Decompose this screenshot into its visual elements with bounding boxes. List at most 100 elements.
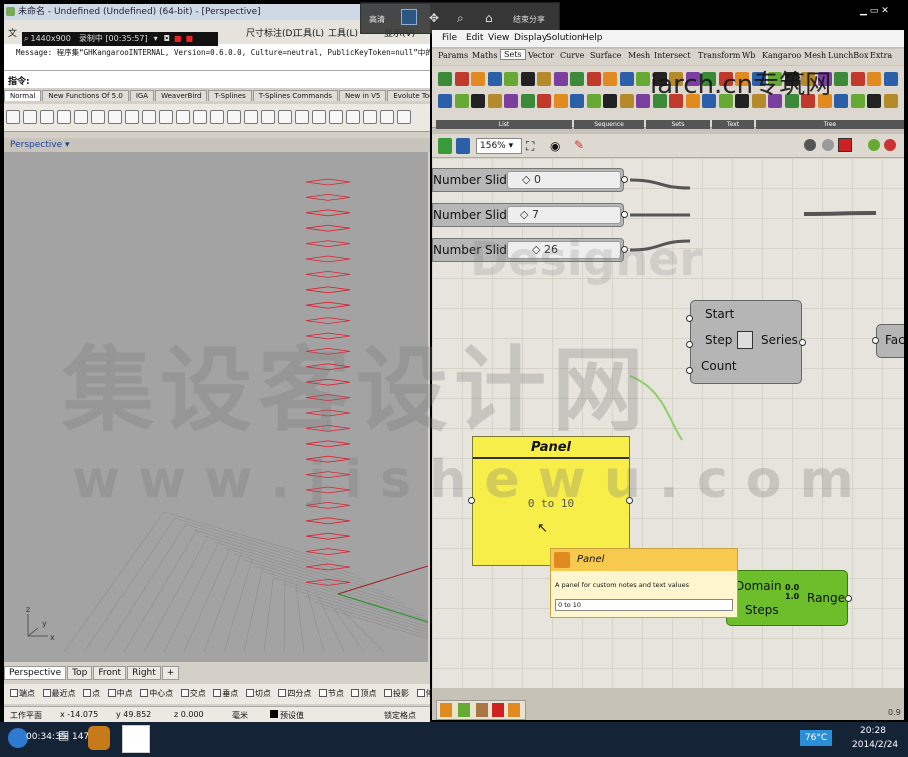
ribbon-component-icon[interactable] <box>636 94 650 108</box>
ribbon-component-icon[interactable] <box>850 72 865 86</box>
taskbar-rhino-icon[interactable] <box>122 725 150 753</box>
gh-menu-solution[interactable]: Solution <box>546 33 583 43</box>
osnap-intersection[interactable]: 交点 <box>180 689 206 698</box>
home-icon[interactable]: ⌂ <box>485 11 493 25</box>
material-icon[interactable] <box>346 110 360 124</box>
preview-eye-icon[interactable]: ◉ <box>550 139 560 153</box>
print-icon[interactable] <box>57 110 71 124</box>
viewport-header[interactable]: Perspective ▾ <box>4 138 430 152</box>
osnap-point[interactable]: 点 <box>83 689 100 698</box>
ribbon-component-icon[interactable] <box>735 72 749 86</box>
grid-icon[interactable] <box>244 110 258 124</box>
undo-icon[interactable] <box>125 110 139 124</box>
paste-icon[interactable] <box>108 110 122 124</box>
number-slider-3[interactable]: Number Slider ◇ 26 <box>432 238 628 262</box>
gh-tab-wb[interactable]: Wb <box>742 51 755 60</box>
view-tab-top[interactable]: Top <box>67 666 93 680</box>
ribbon-component-icon[interactable] <box>438 72 452 86</box>
display-color-icon[interactable] <box>884 139 896 151</box>
light-icon[interactable] <box>329 110 343 124</box>
gh-save-icon[interactable] <box>456 138 470 154</box>
menu-item-tools-a[interactable]: 工具(L) <box>294 26 324 39</box>
ribbon-component-icon[interactable] <box>735 94 749 108</box>
gh-tab-mesh[interactable]: Mesh <box>628 51 650 60</box>
series-component[interactable]: Start Step Count Series <box>686 300 806 384</box>
ribbon-component-icon[interactable] <box>768 72 782 86</box>
osnap-quad[interactable]: 四分点 <box>278 689 311 698</box>
ribbon-component-icon[interactable] <box>537 94 551 108</box>
ribbon-component-icon[interactable] <box>553 94 568 108</box>
range-component[interactable]: Domain Steps 0.0 1.0 Range <box>726 570 852 626</box>
ribbon-component-icon[interactable] <box>801 72 815 86</box>
number-slider-2[interactable]: Number Slider ◇ 7 <box>432 203 628 227</box>
ribbon-component-icon[interactable] <box>817 94 832 108</box>
view-tab-right[interactable]: Right <box>127 666 161 680</box>
osnap-disable[interactable]: 停 <box>416 689 430 698</box>
gh-menu-edit[interactable]: Edit <box>466 33 483 43</box>
menu-item-tools[interactable]: 工具(L) <box>328 26 358 39</box>
ribbon-component-icon[interactable] <box>652 94 667 108</box>
ribbon-component-icon[interactable] <box>834 94 848 108</box>
ribbon-component-icon[interactable] <box>883 72 898 86</box>
ribbon-component-icon[interactable] <box>718 72 733 86</box>
zoom-extents-icon[interactable]: ⛶ <box>526 139 534 154</box>
gh-tab-intersect[interactable]: Intersect <box>654 51 691 60</box>
gh-tab-curve[interactable]: Curve <box>560 51 584 60</box>
recorder-camera-icon[interactable]: ◘ <box>164 34 170 43</box>
display-mode-icon[interactable] <box>868 139 880 151</box>
ribbon-component-icon[interactable] <box>619 94 634 108</box>
tab-new-in-v5[interactable]: New in V5 <box>339 90 387 101</box>
ribbon-component-icon[interactable] <box>801 94 815 108</box>
range-output-port[interactable] <box>845 595 852 602</box>
flame-mini-icon[interactable] <box>508 703 520 717</box>
preview-shaded-icon[interactable] <box>822 139 834 151</box>
command-line[interactable]: 指令: <box>4 70 430 88</box>
ribbon-component-icon[interactable] <box>619 72 634 86</box>
osnap-end[interactable]: 端点 <box>10 689 35 698</box>
render-icon[interactable] <box>295 110 309 124</box>
panel-component[interactable]: Panel 0 to 10 ↖ <box>468 436 633 566</box>
ribbon-component-icon[interactable] <box>652 72 667 86</box>
ribbon-component-icon[interactable] <box>553 72 568 86</box>
osnap-near[interactable]: 最近点 <box>42 689 76 698</box>
gh-tab-lunchbox[interactable]: LunchBox <box>828 51 868 60</box>
status-layer-swatch[interactable] <box>270 710 280 719</box>
ribbon-component-icon[interactable] <box>586 94 601 108</box>
cursor-icon[interactable] <box>363 110 377 124</box>
zoom-select[interactable]: 156% ▾ <box>476 138 522 154</box>
gh-menu-help[interactable]: Help <box>582 33 603 43</box>
pan-icon[interactable] <box>142 110 156 124</box>
ribbon-component-icon[interactable] <box>438 94 452 108</box>
cut-icon[interactable] <box>91 110 105 124</box>
group-sets[interactable]: Sets <box>646 120 710 129</box>
series-output-port[interactable] <box>799 339 806 346</box>
hd-button[interactable]: 高清 <box>369 14 385 25</box>
slider-3-track[interactable]: ◇ 26 <box>507 241 621 259</box>
panel-mini-icon[interactable] <box>440 703 452 717</box>
ribbon-component-icon[interactable] <box>603 94 617 108</box>
slider-1-track[interactable]: ◇ 0 <box>507 171 621 189</box>
ribbon-component-icon[interactable] <box>454 94 469 108</box>
palette-icon[interactable] <box>380 110 394 124</box>
ribbon-component-icon[interactable] <box>487 72 502 86</box>
gh-tab-transform[interactable]: Transform <box>698 51 740 60</box>
leaf-mini-icon[interactable] <box>458 703 470 717</box>
ribbon-component-icon[interactable] <box>850 94 865 108</box>
tab-tsplines-commands[interactable]: T-Splines Commands <box>252 90 338 101</box>
slider-3-output-port[interactable] <box>621 246 628 253</box>
osnap-project[interactable]: 投影 <box>384 689 409 698</box>
slider-2-output-port[interactable] <box>621 211 628 218</box>
tab-evolute[interactable]: Evolute Tools <box>387 90 430 101</box>
ribbon-component-icon[interactable] <box>487 94 502 108</box>
zoom-icon[interactable] <box>176 110 190 124</box>
ribbon-component-icon[interactable] <box>784 94 799 108</box>
ribbon-component-icon[interactable] <box>669 72 683 86</box>
gh-tab-mesh-2[interactable]: Mesh <box>804 51 826 60</box>
taskbar-owl-icon[interactable] <box>88 726 110 750</box>
ribbon-component-icon[interactable] <box>751 94 766 108</box>
zoom-extents-icon[interactable] <box>210 110 224 124</box>
ribbon-component-icon[interactable] <box>685 72 700 86</box>
preview-wire-icon[interactable] <box>804 139 816 151</box>
help-icon[interactable] <box>397 110 411 124</box>
minimize-icon[interactable]: ▁ <box>860 6 867 16</box>
